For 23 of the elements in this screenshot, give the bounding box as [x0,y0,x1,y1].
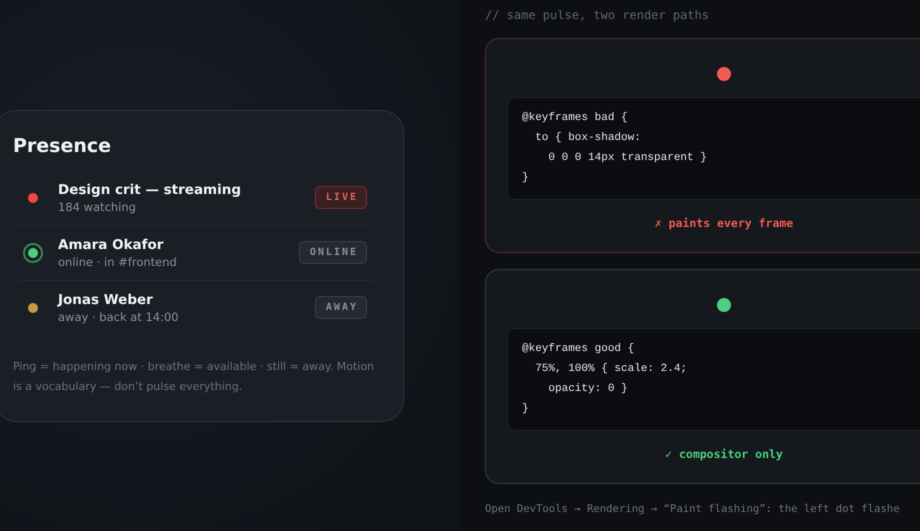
card-title: Presence [13,134,112,156]
code-line: } [522,403,530,416]
code-line: opacity: 0 } [547,383,629,396]
presence-detail: away · back at 14:00 [58,310,180,324]
code-line: } [522,172,530,185]
status-badge: ONLINE [298,241,367,264]
presence-name: Jonas Weber [58,292,154,308]
presence-name: Amara Okafor [58,236,164,252]
status-badge: LIVE [314,186,367,209]
code-line: 75%, 100% { scale: 2.4; [534,363,688,376]
verdict-text: ✓ compositor only [665,447,783,461]
code-line: to { box-shadow: [534,132,642,145]
presence-name: Design crit — streaming [58,182,242,198]
code-line: @keyframes good { [522,343,636,356]
code-line: 0 0 0 14px transparent } [547,152,708,165]
status-badge: AWAY [314,296,367,319]
code-line: @keyframes bad { [522,112,629,125]
explanation-text: Open DevTools → Rendering → “Paint flashing”: the left dot flashe [485,503,901,515]
verdict-text: ✗ paints every frame [654,216,794,230]
code-comment: // same pulse, two render paths [485,8,710,22]
presence-detail: 184 watching [58,200,137,214]
presence-detail: online · in #frontend [58,254,178,268]
legend-text: Ping = happening now · breathe = available · still = away. Motion is a vocabulary — don’t pulse everything. [13,358,376,394]
